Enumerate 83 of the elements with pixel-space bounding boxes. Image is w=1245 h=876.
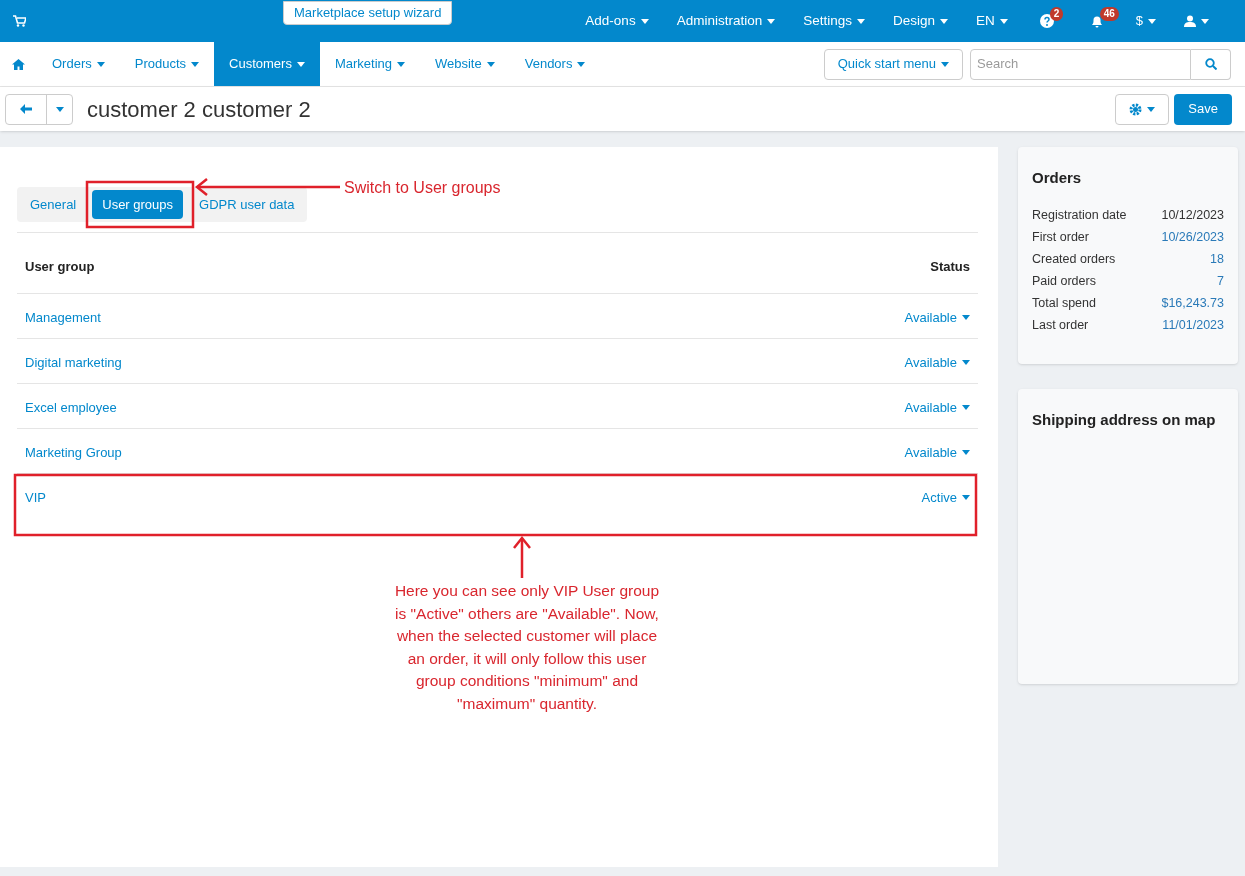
caret-icon — [191, 61, 200, 67]
settings-icon — [1129, 102, 1143, 116]
stat-label: Paid orders — [1032, 272, 1096, 290]
caret-icon — [962, 450, 970, 456]
caret-icon — [486, 61, 495, 67]
notifications-button[interactable]: 46 — [1071, 0, 1122, 42]
callout-arrow — [513, 536, 531, 578]
status-dropdown[interactable]: Available — [904, 443, 970, 463]
column-header: Status — [930, 258, 970, 276]
card-title: Orders — [1032, 168, 1083, 188]
column-header: User group — [25, 258, 95, 276]
stat-label: Registration date — [1032, 206, 1127, 224]
stat-value[interactable]: 10/26/2023 — [1161, 225, 1224, 248]
caret-icon — [941, 61, 949, 67]
status-dropdown[interactable]: Available — [904, 308, 970, 328]
menu-item[interactable]: Add-ons — [571, 0, 663, 42]
wizard-button[interactable]: Marketplace setup wizard — [283, 1, 453, 25]
caret-icon — [640, 18, 649, 24]
nav-tab[interactable]: Products — [119, 42, 215, 86]
card-title: Shipping address on map — [1032, 409, 1217, 430]
search-button[interactable] — [1191, 48, 1231, 80]
tab[interactable]: User groups — [92, 190, 184, 219]
caret-icon — [397, 61, 405, 67]
caret-icon — [1148, 18, 1156, 24]
caret-icon — [962, 315, 970, 321]
count-badge: 2 — [1049, 7, 1064, 21]
quick-start-button[interactable]: Quick start menu — [823, 48, 963, 80]
nav-tab[interactable]: Customers — [214, 42, 320, 86]
user-group-link[interactable]: VIP — [25, 488, 46, 508]
caret-icon — [1147, 106, 1156, 112]
caret-icon — [940, 18, 948, 24]
stat-value[interactable]: 11/01/2023 — [1162, 313, 1224, 336]
tab[interactable]: GDPR user data — [189, 190, 305, 219]
stat-value: 10/12/2023 — [1161, 206, 1224, 224]
stat-value[interactable]: $16,243.73 — [1161, 291, 1224, 314]
menu-item[interactable]: Administration — [662, 0, 790, 42]
caret-icon — [962, 405, 970, 411]
caret-icon — [296, 61, 305, 67]
back-arrow-icon — [20, 104, 32, 114]
search-field[interactable]: Search — [970, 48, 1191, 80]
stat-value[interactable]: 7 — [1217, 269, 1224, 292]
nav-tab[interactable]: Marketing — [319, 42, 420, 86]
help-icon — [1039, 14, 1054, 28]
nav-tab[interactable]: Orders — [37, 42, 120, 86]
currency-menu[interactable]: $ — [1121, 0, 1170, 42]
menu-item[interactable]: Settings — [789, 0, 879, 42]
menu-item[interactable]: Design — [878, 0, 962, 42]
callout-text: Here you can see only VIP User group is "Active" others are "Available". Now, when the selected customer will place an order, it will only follow this user group conditions "minimum" and "maximum" quantity. — [393, 581, 661, 714]
user-group-link[interactable]: Management — [25, 308, 101, 328]
menu-item[interactable]: EN — [962, 0, 1022, 42]
caret-icon — [96, 61, 105, 67]
caret-icon — [999, 18, 1008, 24]
stat-label: Total spend — [1032, 294, 1096, 312]
status-dropdown[interactable]: Active — [921, 488, 970, 508]
search-icon — [1204, 58, 1217, 70]
status-dropdown[interactable]: Available — [904, 398, 970, 418]
cart-icon[interactable] — [13, 15, 26, 27]
nav-tab[interactable]: Vendors — [509, 42, 601, 86]
caret-icon — [55, 106, 64, 112]
settings-dropdown-button[interactable] — [1115, 93, 1170, 125]
caret-icon — [577, 61, 586, 67]
status-dropdown[interactable]: Available — [904, 353, 970, 373]
stat-label: First order — [1032, 228, 1089, 246]
stat-label: Last order — [1032, 316, 1089, 334]
user-group-link[interactable]: Marketing Group — [25, 443, 122, 463]
bell-icon — [1089, 14, 1104, 28]
nav-tab[interactable]: Website — [420, 42, 510, 86]
tab[interactable]: General — [20, 190, 87, 219]
user-group-link[interactable]: Digital marketing — [25, 353, 122, 373]
caret-icon — [962, 495, 970, 501]
page-title: customer 2 customer 2 — [87, 95, 311, 124]
caret-icon — [767, 18, 776, 24]
stat-label: Created orders — [1032, 250, 1116, 268]
caret-icon — [856, 18, 865, 24]
user-icon — [1184, 15, 1196, 27]
user-group-link[interactable]: Excel employee — [25, 398, 117, 418]
help-button[interactable]: 2 — [1021, 0, 1072, 42]
caret-icon — [1201, 18, 1209, 24]
count-badge: 46 — [1099, 7, 1119, 21]
caret-icon — [962, 360, 970, 366]
stat-value[interactable]: 18 — [1210, 247, 1224, 270]
save-button[interactable]: Save — [1174, 93, 1232, 125]
callout-text: Switch to User groups — [344, 178, 501, 198]
